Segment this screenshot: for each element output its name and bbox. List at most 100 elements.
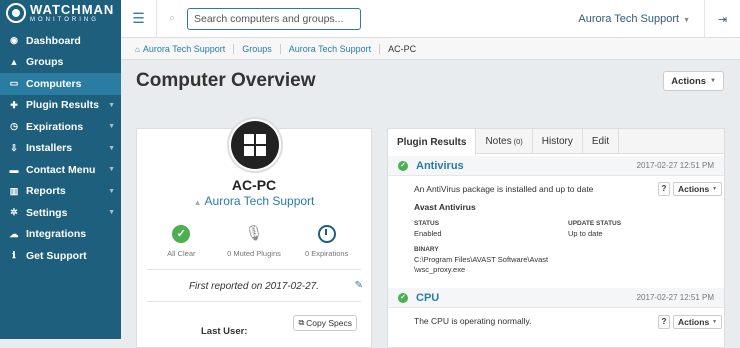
tab-edit[interactable]: Edit	[583, 129, 620, 154]
windows-logo-icon	[244, 134, 266, 156]
update-status-label: UPDATE STATUS	[568, 220, 622, 227]
info-icon: ℹ	[12, 250, 16, 261]
page-title: Computer Overview	[136, 70, 316, 91]
computer-icon: ▭	[9, 78, 19, 89]
sidebar-item-reports[interactable]: ▥ Reports ▼	[0, 181, 121, 203]
breadcrumb-home[interactable]: ⌂ Aurora Tech Support	[135, 43, 235, 54]
muted-mic-icon: 🎙	[244, 225, 264, 242]
chevron-down-icon: ▼	[710, 78, 716, 84]
status-label: STATUS	[414, 220, 440, 227]
sidebar-item-get-support[interactable]: ℹ Get Support	[0, 245, 121, 267]
sidebar-item-label: Get Support	[26, 249, 87, 262]
chevron-down-icon: ▼	[683, 17, 690, 24]
sidebar-item-contact-menu[interactable]: ▬ Contact Menu ▼	[0, 159, 121, 181]
logo-subtitle: MONITORING	[30, 17, 99, 23]
pencil-icon[interactable]: ✎	[355, 280, 363, 291]
sidebar-item-plugin-results[interactable]: ✚ Plugin Results ▼	[0, 95, 121, 117]
tab-history[interactable]: History	[533, 129, 583, 154]
breadcrumb-current: AC-PC	[388, 43, 417, 54]
antivirus-product: Avast Antivirus	[414, 202, 476, 212]
plugin-description: The CPU is operating normally.	[414, 316, 532, 326]
breadcrumb-group[interactable]: Aurora Tech Support	[289, 43, 381, 54]
help-button[interactable]: ?	[658, 315, 670, 329]
status-value: Enabled	[414, 229, 442, 238]
sidebar-item-label: Contact Menu	[26, 163, 96, 176]
divider	[147, 301, 361, 302]
group-icon: ▲	[193, 198, 202, 207]
sidebar-item-label: Computers	[26, 77, 82, 90]
sidebar-nav: ◉ Dashboard ▲ Groups ▭ Computers ✚ Plugin Re…	[0, 30, 121, 267]
plugin-icon: ✚	[10, 99, 18, 110]
first-reported: First reported on 2017-02-27.	[188, 281, 320, 292]
sidebar-item-computers[interactable]: ▭ Computers	[0, 73, 121, 95]
status-muted-plugins[interactable]: 🎙 0 Muted Plugins	[219, 225, 289, 258]
chevron-down-icon: ▼	[108, 123, 115, 131]
breadcrumb-groups[interactable]: Groups	[242, 43, 281, 54]
last-user-label: Last User:	[201, 326, 248, 337]
check-circle-icon: ✓	[398, 160, 408, 171]
search-input[interactable]	[187, 7, 361, 30]
plugin-name[interactable]: Antivirus	[416, 160, 464, 172]
contact-icon: ▬	[9, 164, 19, 175]
computer-summary-card: AC-PC ▲ Aurora Tech Support ✓ All Clear 🎙…	[136, 117, 372, 348]
tab-bar: Plugin Results Notes (0) History Edit	[388, 129, 724, 155]
sidebar-item-settings[interactable]: ✲ Settings ▼	[0, 202, 121, 224]
plugin-antivirus-header[interactable]: ✓ Antivirus 2017-02-27 12:51 PM	[388, 156, 724, 176]
user-menu[interactable]: Aurora Tech Support ▼	[578, 13, 690, 25]
plugin-results-card: Plugin Results Notes (0) History Edit ✓ A…	[387, 128, 725, 348]
sign-out-icon[interactable]: ⇥	[704, 0, 740, 38]
chevron-down-icon: ▼	[108, 209, 115, 217]
sidebar-item-dashboard[interactable]: ◉ Dashboard	[0, 30, 121, 52]
sidebar-item-label: Integrations	[26, 228, 87, 241]
sidebar-item-installers[interactable]: ⇩ Installers ▼	[0, 138, 121, 160]
plugin-name[interactable]: CPU	[416, 292, 439, 304]
sidebar-item-label: Plugin Results	[26, 99, 99, 112]
user-name: Aurora Tech Support	[578, 13, 680, 25]
status-all-clear[interactable]: ✓ All Clear	[146, 225, 216, 258]
chevron-down-icon: ▼	[108, 166, 115, 174]
chart-icon: ▥	[9, 185, 19, 196]
chevron-down-icon: ▼	[712, 186, 718, 192]
divider	[147, 269, 361, 270]
sidebar-item-expirations[interactable]: ◷ Expirations ▼	[0, 116, 121, 138]
logo-brand: WATCHMAN	[30, 2, 115, 17]
tab-plugin-results[interactable]: Plugin Results	[388, 129, 477, 155]
copy-specs-button[interactable]: ⧉ Copy Specs	[293, 315, 357, 331]
status-row: ✓ All Clear 🎙 0 Muted Plugins 0 Expirati…	[145, 225, 363, 258]
sidebar-item-groups[interactable]: ▲ Groups	[0, 52, 121, 74]
check-circle-icon: ✓	[172, 225, 191, 243]
plugin-actions-button[interactable]: Actions ▼	[673, 315, 723, 329]
hamburger-menu-icon[interactable]: ☰	[121, 0, 157, 38]
sidebar-item-label: Settings	[26, 206, 68, 219]
sidebar-item-label: Expirations	[26, 120, 84, 133]
update-status-value: Up to date	[568, 229, 603, 238]
binary-path-line: C:\Program Files\AVAST Software\Avast	[414, 255, 549, 264]
logo-mark-icon	[6, 3, 26, 23]
binary-path-line: \wsc_proxy.exe	[414, 265, 466, 274]
sidebar-item-label: Reports	[26, 185, 66, 198]
sidebar-item-label: Groups	[26, 56, 64, 69]
plugin-description: An AntiVirus package is installed and up…	[414, 184, 594, 194]
check-circle-icon: ✓	[398, 292, 408, 303]
computer-avatar	[227, 117, 283, 173]
clock-icon: ◷	[10, 121, 18, 132]
help-button[interactable]: ?	[658, 182, 670, 196]
plugin-actions-button[interactable]: Actions ▼	[673, 182, 723, 196]
logo[interactable]: WATCHMAN MONITORING	[0, 0, 121, 26]
sidebar: WATCHMAN MONITORING ◉ Dashboard ▲ Groups ▭…	[0, 0, 121, 339]
download-icon: ⇩	[10, 142, 18, 153]
computer-group-link[interactable]: ▲ Aurora Tech Support	[137, 194, 371, 208]
cloud-icon: ☁	[9, 228, 19, 239]
copy-icon: ⧉	[298, 318, 305, 327]
status-expirations[interactable]: 0 Expirations	[292, 225, 362, 258]
sidebar-item-integrations[interactable]: ☁ Integrations	[0, 224, 121, 246]
breadcrumb: ⌂ Aurora Tech Support Groups Aurora Tech …	[121, 38, 740, 60]
chevron-down-icon: ▼	[108, 187, 115, 195]
plugin-cpu-header[interactable]: ✓ CPU 2017-02-27 12:51 PM	[388, 288, 724, 308]
home-icon: ⌂	[135, 44, 140, 54]
page-actions-button[interactable]: Actions ▼	[663, 71, 724, 91]
topbar: ☰ ⌕ Aurora Tech Support▼ ⇥	[121, 0, 740, 38]
tab-notes[interactable]: Notes (0)	[476, 129, 533, 154]
gear-icon: ✲	[10, 207, 18, 218]
dashboard-icon: ◉	[10, 35, 18, 46]
